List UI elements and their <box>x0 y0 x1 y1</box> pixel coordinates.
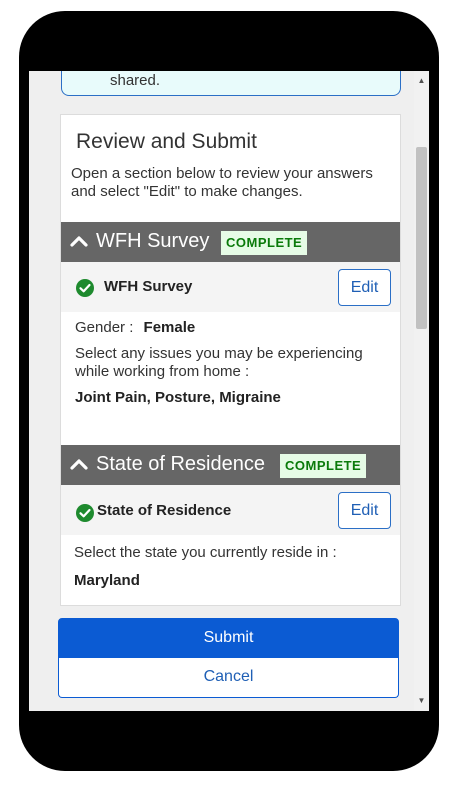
gender-value: Female <box>143 319 196 336</box>
section-summary-row: WFH Survey Edit <box>61 262 400 312</box>
review-description: Open a section below to review your answ… <box>71 165 373 200</box>
section-title: State of Residence <box>96 453 265 475</box>
scroll-up-arrow-icon[interactable]: ▲ <box>414 73 429 89</box>
submit-button[interactable]: Submit <box>58 618 399 658</box>
section-subtitle: State of Residence <box>97 502 232 519</box>
gender-label: Gender : <box>75 319 134 336</box>
answer-gender: Gender : Female <box>75 319 195 337</box>
check-circle-icon <box>76 279 94 297</box>
info-card: shared. <box>61 71 401 96</box>
issues-question: Select any issues you may be experiencin… <box>75 345 363 380</box>
state-question: Select the state you currently reside in… <box>74 544 337 561</box>
section-header-state-of-residence[interactable]: State of Residence COMPLETE <box>61 445 400 485</box>
edit-button-state-of-residence[interactable]: Edit <box>338 492 391 529</box>
issues-value: Joint Pain, Posture, Migraine <box>75 389 281 406</box>
chevron-up-icon <box>70 459 88 470</box>
info-card-text: shared. <box>110 72 161 89</box>
review-title: Review and Submit <box>76 130 257 153</box>
state-value: Maryland <box>74 572 140 589</box>
app-screen: shared. Review and Submit Open a section… <box>29 71 429 711</box>
status-badge: COMPLETE <box>221 231 308 255</box>
section-header-wfh-survey[interactable]: WFH Survey COMPLETE <box>61 222 400 262</box>
check-circle-icon <box>76 504 94 522</box>
review-card: Review and Submit Open a section below t… <box>60 114 401 606</box>
scrollbar-thumb[interactable] <box>416 147 427 329</box>
section-subtitle: WFH Survey <box>104 278 193 295</box>
section-summary-row: State of Residence Edit <box>61 485 400 535</box>
status-badge: COMPLETE <box>280 454 367 478</box>
section-title: WFH Survey <box>96 230 210 252</box>
scroll-down-arrow-icon[interactable]: ▼ <box>414 693 429 709</box>
scrollbar[interactable]: ▲ ▼ <box>414 71 429 711</box>
chevron-up-icon <box>70 236 88 247</box>
cancel-button[interactable]: Cancel <box>58 658 399 698</box>
edit-button-wfh-survey[interactable]: Edit <box>338 269 391 306</box>
